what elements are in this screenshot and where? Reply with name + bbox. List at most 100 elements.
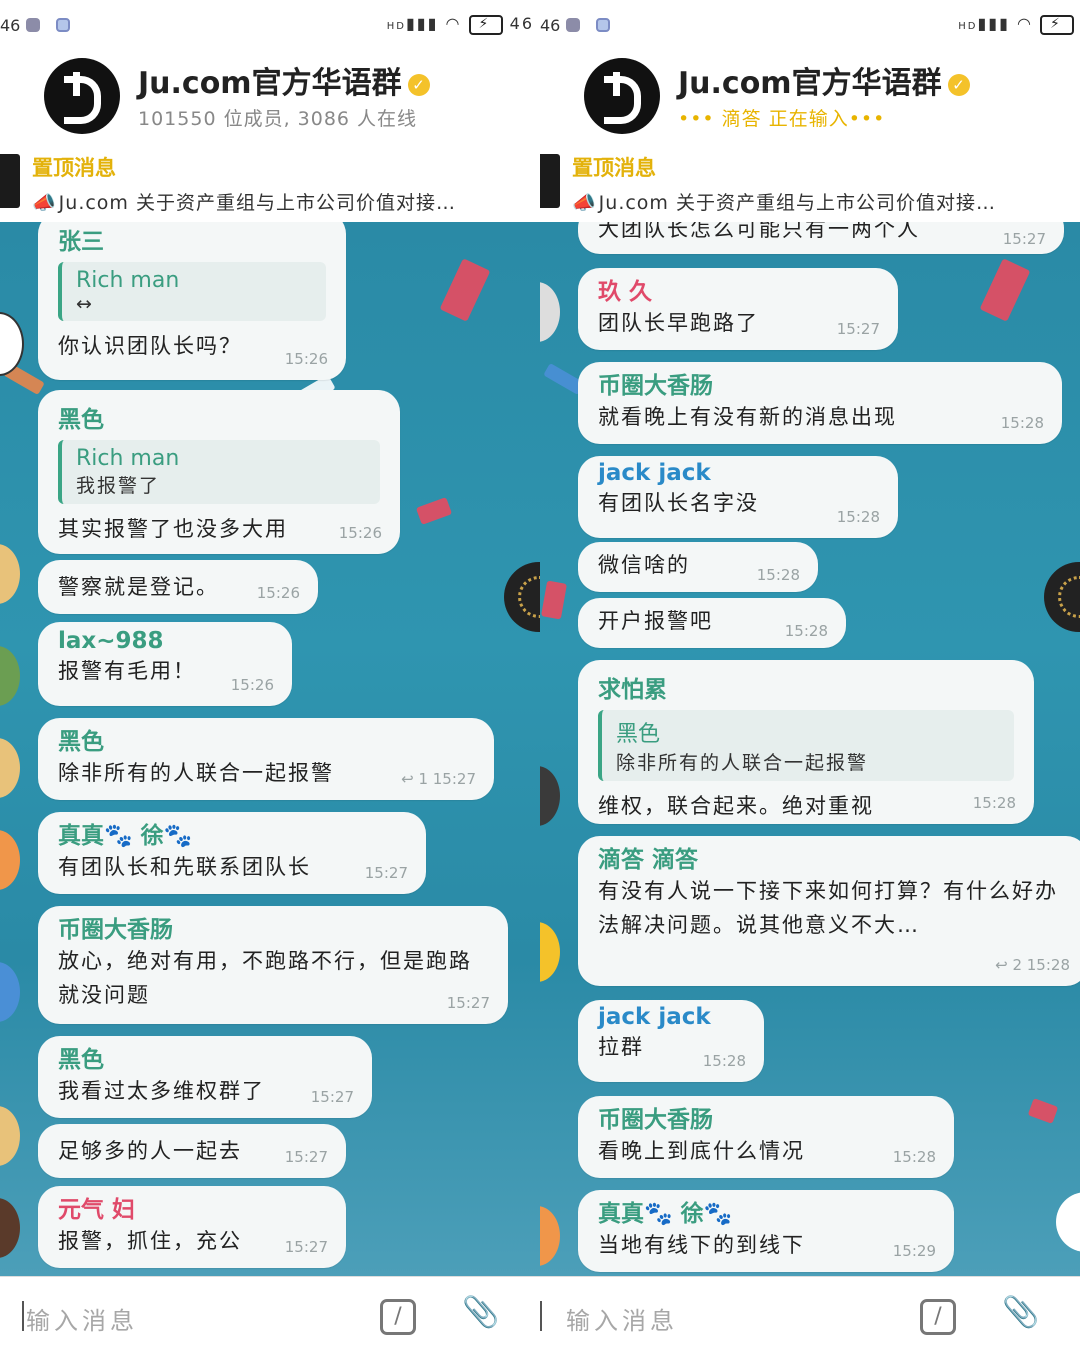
reply-quote[interactable]: Rich man ↔ — [58, 262, 326, 321]
right-screenshot: 46 HD▮▮▮ ◠ ⚡ Ju.com官方华语群 ✓ ••• 滴答 正在输入•••… — [540, 0, 1080, 1350]
quote-name: 黑色 — [616, 722, 661, 747]
message-time: 15:26 — [338, 524, 382, 542]
user-avatar[interactable] — [540, 1206, 560, 1266]
message-bubble[interactable]: 黑色 Rich man 我报警了 其实报警了也没多大用 15:26 — [38, 390, 400, 554]
composer: 输入消息 / 📎 — [540, 1276, 1080, 1350]
chat-header[interactable]: Ju.com官方华语群 ✓ ••• 滴答 正在输入••• — [540, 52, 1080, 142]
message-bubble[interactable]: 币圈大香肠 就看晚上有没有新的消息出现 15:28 — [578, 362, 1062, 444]
verified-icon: ✓ — [407, 73, 430, 96]
message-list[interactable]: 大团队长怎么可能只有一两个人 15:27 玖 久 团队长早跑路了 15:27 币… — [540, 222, 1080, 1276]
message-bubble[interactable]: 警察就是登记。 15:26 — [38, 560, 318, 614]
message-time: 15:28 — [836, 508, 880, 526]
sender-name: 张三 — [58, 229, 104, 255]
user-avatar[interactable] — [540, 922, 560, 982]
sender-name: 黑色 — [58, 729, 104, 755]
attach-icon[interactable]: 📎 — [462, 1295, 499, 1335]
reply-count[interactable]: ↩ 1 15:27 — [401, 770, 476, 788]
message-text: 就看晚上有没有新的消息出现 — [598, 405, 897, 429]
message-bubble[interactable]: 开户报警吧 15:28 — [578, 598, 846, 648]
message-bubble[interactable]: 滴答 滴答 有没有人说一下接下来如何打算？有什么好办法解决问题。说其他意义不大…… — [578, 836, 1080, 986]
message-bubble[interactable]: 求怕累 黑色 除非所有的人联合一起报警 维权，联合起来。绝对重视 15:28 — [578, 660, 1034, 824]
quote-text: 除非所有的人联合一起报警 — [616, 752, 869, 774]
pinned-message-bar[interactable]: 置顶消息 📣 Ju.com 关于资产重组与上市公司价值对接… — [540, 150, 1080, 223]
quote-name: Rich man — [76, 268, 180, 293]
sender-name: 求怕累 — [598, 677, 667, 703]
quote-text: ↔ — [76, 293, 94, 315]
reply-quote[interactable]: 黑色除非所有的人联合一起报警 — [598, 710, 1014, 781]
message-input[interactable]: 输入消息 — [566, 1301, 678, 1336]
message-time: 15:27 — [446, 994, 490, 1012]
message-input[interactable]: 输入消息 — [26, 1301, 138, 1336]
group-title-text: Ju.com官方华语群 — [138, 66, 402, 101]
message-text: 报警，抓住，充公 — [58, 1229, 242, 1253]
battery-icon: ⚡ — [468, 14, 503, 35]
network-label: HD — [386, 21, 406, 32]
user-avatar[interactable] — [540, 282, 560, 342]
scroll-down-button[interactable] — [1056, 1192, 1080, 1252]
chat-header[interactable]: Ju.com官方华语群 ✓ 101550 位成员, 3086 人在线 — [0, 52, 540, 142]
app-notification-icon — [56, 18, 70, 32]
command-icon[interactable]: / — [920, 1299, 956, 1335]
message-text: 有没有人说一下接下来如何打算？有什么好办法解决问题。说其他意义不大… — [598, 879, 1058, 937]
message-bubble[interactable]: 币圈大香肠 放心，绝对有用，不跑路不行，但是跑路就没问题 15:27 — [38, 906, 508, 1024]
group-title: Ju.com官方华语群 ✓ — [678, 58, 970, 102]
message-time: 15:27 — [364, 864, 408, 882]
message-text: 你认识团队长吗？ — [58, 334, 242, 358]
message-text: 我看过太多维权群了 — [58, 1079, 265, 1103]
sender-name: 元气 妇 — [58, 1197, 136, 1223]
message-bubble[interactable]: 币圈大香肠 看晚上到底什么情况 15:28 — [578, 1096, 954, 1178]
composer: 输入消息 / 📎 — [0, 1276, 540, 1350]
text-cursor — [540, 1301, 542, 1331]
message-list[interactable]: 张三 Rich man ↔ 你认识团队长吗？ 15:26 黑色 Rich man 我… — [0, 222, 540, 1276]
battery-icon: ⚡ — [1040, 14, 1074, 35]
message-bubble[interactable]: 真真🐾 徐🐾 有团队长和先联系团队长 15:27 — [38, 812, 426, 894]
message-text: 报警有毛用！ — [58, 659, 196, 683]
message-bubble[interactable]: 真真🐾 徐🐾 当地有线下的到线下 15:29 — [578, 1190, 954, 1272]
reply-quote[interactable]: Rich man 我报警了 — [58, 440, 380, 504]
reply-count-value: 2 — [1012, 956, 1022, 974]
user-avatar[interactable] — [0, 830, 20, 890]
user-avatar[interactable] — [0, 544, 20, 604]
group-avatar[interactable] — [44, 58, 120, 134]
message-bubble[interactable]: jack jack 有团队长名字没 15:28 — [578, 456, 898, 538]
message-bubble[interactable]: 张三 Rich man ↔ 你认识团队长吗？ 15:26 — [38, 222, 346, 380]
quote-text: 我报警了 — [76, 475, 161, 497]
message-bubble[interactable]: 微信啥的 15:28 — [578, 542, 818, 592]
message-bubble[interactable]: 黑色 我看过太多维权群了 15:27 — [38, 1036, 372, 1118]
sender-name: 黑色 — [58, 1047, 104, 1073]
message-text: 开户报警吧 — [598, 609, 713, 633]
user-avatar[interactable] — [0, 312, 24, 376]
message-time: 15:29 — [892, 1242, 936, 1260]
message-time: 15:27 — [836, 320, 880, 338]
attach-icon[interactable]: 📎 — [1002, 1295, 1039, 1335]
user-avatar[interactable] — [0, 738, 20, 798]
message-bubble[interactable]: 大团队长怎么可能只有一两个人 15:27 — [578, 222, 1064, 254]
user-avatar[interactable] — [0, 962, 20, 1022]
message-bubble[interactable]: lax~988 报警有毛用！ 15:26 — [38, 622, 292, 706]
message-time: 15:28 — [756, 566, 800, 584]
pinned-label: 置顶消息 — [572, 156, 656, 180]
user-avatar[interactable] — [540, 766, 560, 826]
user-avatar-gold[interactable] — [504, 562, 540, 632]
megaphone-icon: 📣 — [32, 192, 57, 214]
message-bubble[interactable]: 黑色 除非所有的人联合一起报警 ↩ 1 15:27 — [38, 718, 494, 800]
message-bubble[interactable]: 足够多的人一起去 15:27 — [38, 1124, 346, 1178]
message-bubble[interactable]: 元气 妇 报警，抓住，充公 15:27 — [38, 1186, 346, 1268]
message-time: 15:28 — [784, 622, 828, 640]
user-avatar-gold[interactable] — [1044, 562, 1080, 632]
signal-indicator: 46 — [0, 16, 21, 35]
message-bubble[interactable]: 玖 久 团队长早跑路了 15:27 — [578, 268, 898, 350]
pinned-message-bar[interactable]: 置顶消息 📣 Ju.com 关于资产重组与上市公司价值对接… — [0, 150, 540, 223]
command-icon[interactable]: / — [380, 1299, 416, 1335]
message-time: 15:28 — [1026, 956, 1070, 974]
user-avatar[interactable] — [0, 1106, 20, 1166]
reply-count[interactable]: ↩ 2 15:28 — [995, 956, 1070, 974]
message-bubble[interactable]: jack jack 拉群 15:28 — [578, 1000, 764, 1082]
user-avatar[interactable] — [0, 1198, 20, 1258]
message-text: 团队长早跑路了 — [598, 311, 759, 335]
group-avatar[interactable] — [584, 58, 660, 134]
message-time: 15:26 — [230, 676, 274, 694]
user-avatar[interactable] — [0, 646, 20, 706]
confetti — [979, 258, 1031, 322]
quote-name: Rich man — [76, 446, 180, 471]
